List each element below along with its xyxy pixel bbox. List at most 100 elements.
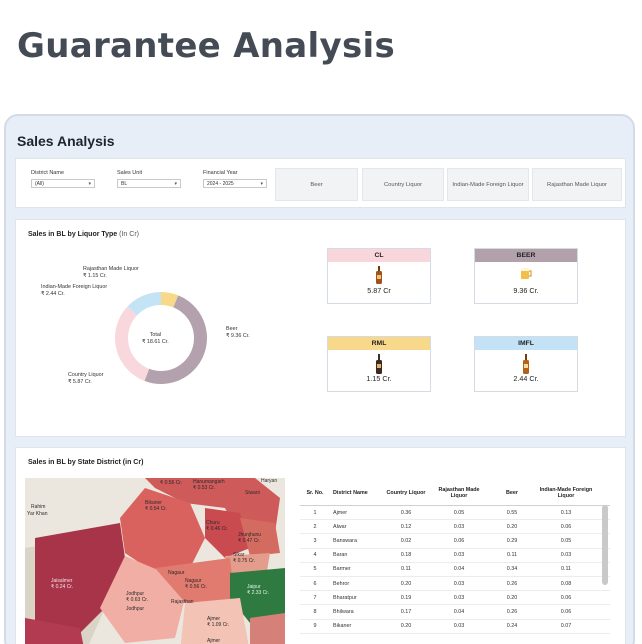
country-liquor-button[interactable]: Country Liquor bbox=[362, 168, 444, 201]
card-rml: RML 1.15 Cr. bbox=[327, 336, 431, 392]
table-cell: Banswara bbox=[333, 537, 357, 544]
table-cell: Behror bbox=[333, 580, 350, 587]
map-label-ajmer-city: Ajmer bbox=[207, 638, 221, 644]
sales-unit-filter: Sales Unit BL ▾ bbox=[117, 170, 181, 188]
table-row[interactable]: 5 Barmer 0.11 0.04 0.34 0.11 bbox=[300, 563, 610, 577]
map-label-nagaur-city: Nagaur bbox=[168, 570, 185, 576]
beer-button[interactable]: Beer bbox=[275, 168, 358, 201]
table-cell: Bhilwara bbox=[333, 608, 354, 615]
col-imfl[interactable]: Indian-Made Foreign Liquor bbox=[538, 487, 594, 499]
map-label-hanumangarh: Hanumangarh ₹ 0.53 Cr. bbox=[193, 479, 225, 491]
card-rml-value: 1.15 Cr. bbox=[366, 374, 392, 383]
map-label-rajasthan: Rajasthan bbox=[171, 599, 194, 605]
map-label-jaisalmer: Jaisalmer ₹ 0.24 Cr. bbox=[51, 578, 74, 590]
table-cell: 0.04 bbox=[453, 608, 465, 615]
table-cell: 0.34 bbox=[506, 566, 518, 573]
imfl-button[interactable]: Indian-Made Foreign Liquor bbox=[447, 168, 529, 201]
table-cell: 0.06 bbox=[560, 523, 572, 530]
map-label-rahim: Rahim bbox=[31, 504, 46, 510]
table-cell: 0.18 bbox=[400, 552, 412, 559]
table-cell: 0.11 bbox=[560, 566, 572, 573]
table-cell: 0.06 bbox=[560, 594, 572, 601]
financial-year-filter: Financial Year 2024 - 2025 ▾ bbox=[203, 170, 267, 188]
table-cell: 0.02 bbox=[400, 537, 412, 544]
table-row[interactable]: 7 Bharatpur 0.19 0.03 0.20 0.06 bbox=[300, 591, 610, 606]
col-district-name[interactable]: District Name bbox=[330, 490, 380, 496]
table-cell: Barmer bbox=[333, 566, 351, 573]
table-cell: Bikaner bbox=[333, 623, 352, 630]
table-cell: 3 bbox=[313, 537, 317, 544]
table-cell: 0.36 bbox=[400, 509, 412, 516]
donut-label-imfl: Indian-Made Foreign Liquor ₹ 2.44 Cr. bbox=[41, 284, 108, 297]
table-cell: 0.26 bbox=[506, 608, 518, 615]
table-cell: Bharatpur bbox=[333, 594, 357, 601]
district-map[interactable]: Hanumangarh ₹ 0.53 Cr. ₹ 0.56 Cr. Haryan … bbox=[25, 478, 285, 644]
table-cell: 0.17 bbox=[400, 608, 412, 615]
col-country-liquor[interactable]: Country Liquor bbox=[380, 490, 432, 496]
dashboard-title: Sales Analysis bbox=[17, 133, 115, 149]
financial-year-select[interactable]: 2024 - 2025 ▾ bbox=[203, 179, 267, 188]
liquor-panel-title: Sales in BL by Liquor Type (In Cr) bbox=[28, 231, 139, 238]
map-label-nagaur: Nagaur ₹ 0.56 Cr. bbox=[185, 578, 208, 590]
table-cell: 0.11 bbox=[506, 552, 518, 559]
map-label-yar-khan: Yar Khan bbox=[27, 511, 48, 517]
chevron-down-icon: ▾ bbox=[88, 181, 91, 187]
district-filter-label: District Name bbox=[31, 170, 65, 176]
card-imfl-header: IMFL bbox=[475, 337, 577, 350]
page-title: Guarantee Analysis bbox=[17, 26, 395, 66]
table-body: 1 Ajmer 0.36 0.05 0.55 0.13 2 Alwar 0.12 0.03 0.20… bbox=[300, 506, 610, 634]
card-beer-value: 9.36 Cr. bbox=[513, 286, 539, 295]
table-scrollbar[interactable] bbox=[602, 505, 608, 585]
table-cell: 0.03 bbox=[453, 594, 465, 601]
table-cell: Alwar bbox=[333, 523, 347, 530]
col-rml[interactable]: Rajasthan Made Liquor bbox=[432, 487, 486, 499]
table-cell: 0.26 bbox=[506, 580, 518, 587]
donut-center: Total ₹ 18.61 Cr. bbox=[142, 332, 169, 345]
map-label-jaipur: Jaipur ₹ 2.33 Cr. bbox=[247, 584, 270, 596]
table-row[interactable]: 1 Ajmer 0.36 0.05 0.55 0.13 bbox=[300, 506, 610, 521]
table-row[interactable]: 3 Banswara 0.02 0.06 0.29 0.05 bbox=[300, 534, 610, 549]
col-beer[interactable]: Beer bbox=[486, 490, 538, 496]
table-row[interactable]: 9 Bikaner 0.20 0.03 0.24 0.07 bbox=[300, 620, 610, 634]
donut-label-rml: Rajasthan Made Liquor ₹ 1.15 Cr. bbox=[83, 266, 139, 279]
table-cell: 0.06 bbox=[560, 608, 572, 615]
table-cell: 1 bbox=[313, 509, 317, 516]
map-label-jodhpur: Jodhpur ₹ 0.63 Cr. bbox=[126, 591, 149, 603]
rml-button[interactable]: Rajasthan Made Liquor bbox=[532, 168, 622, 201]
table-cell: 0.03 bbox=[453, 623, 465, 630]
table-cell: 0.20 bbox=[400, 580, 412, 587]
table-cell: 0.20 bbox=[506, 594, 518, 601]
table-cell: 0.03 bbox=[453, 580, 465, 587]
table-cell: 0.20 bbox=[400, 623, 412, 630]
table-row[interactable]: 2 Alwar 0.12 0.03 0.20 0.06 bbox=[300, 520, 610, 535]
district-select[interactable]: (All) ▾ bbox=[31, 179, 95, 188]
sales-unit-label: Sales Unit bbox=[117, 170, 143, 176]
card-rml-header: RML bbox=[328, 337, 430, 350]
district-table: Sr. No. District Name Country Liquor Raj… bbox=[300, 480, 610, 634]
card-beer: BEER 9.36 Cr. bbox=[474, 248, 578, 304]
table-row[interactable]: 8 Bhilwara 0.17 0.04 0.26 0.06 bbox=[300, 605, 610, 620]
district-filter: District Name (All) ▾ bbox=[31, 170, 95, 188]
map-label-bikaner: Bikaner ₹ 0.54 Cr. bbox=[145, 500, 168, 512]
table-row[interactable]: 4 Baran 0.18 0.03 0.11 0.03 bbox=[300, 549, 610, 563]
sales-unit-select[interactable]: BL ▾ bbox=[117, 179, 181, 188]
map-label-churu: Churu ₹ 0.46 Cr. bbox=[206, 520, 229, 532]
map-label-sikar: Sikar ₹ 0.75 Cr. bbox=[233, 552, 256, 564]
table-cell: 9 bbox=[313, 623, 317, 630]
chevron-down-icon: ▾ bbox=[174, 181, 177, 187]
card-cl-header: CL bbox=[328, 249, 430, 262]
donut-label-beer: Beer ₹ 9.36 Cr. bbox=[226, 326, 250, 339]
table-cell: 0.20 bbox=[506, 523, 518, 530]
table-cell: 0.19 bbox=[400, 594, 412, 601]
table-cell: 0.55 bbox=[506, 509, 518, 516]
card-beer-header: BEER bbox=[475, 249, 577, 262]
table-row[interactable]: 6 Behror 0.20 0.03 0.26 0.08 bbox=[300, 577, 610, 592]
map-label-sub: ₹ 0.56 Cr. bbox=[160, 480, 183, 486]
table-cell: Baran bbox=[333, 552, 348, 559]
col-sr-no[interactable]: Sr. No. bbox=[300, 490, 330, 496]
map-label-siwani: Siwani bbox=[245, 490, 260, 496]
table-cell: 0.03 bbox=[453, 523, 465, 530]
table-cell: 4 bbox=[313, 552, 317, 559]
table-header: Sr. No. District Name Country Liquor Raj… bbox=[300, 480, 610, 506]
table-cell: 0.08 bbox=[560, 580, 572, 587]
